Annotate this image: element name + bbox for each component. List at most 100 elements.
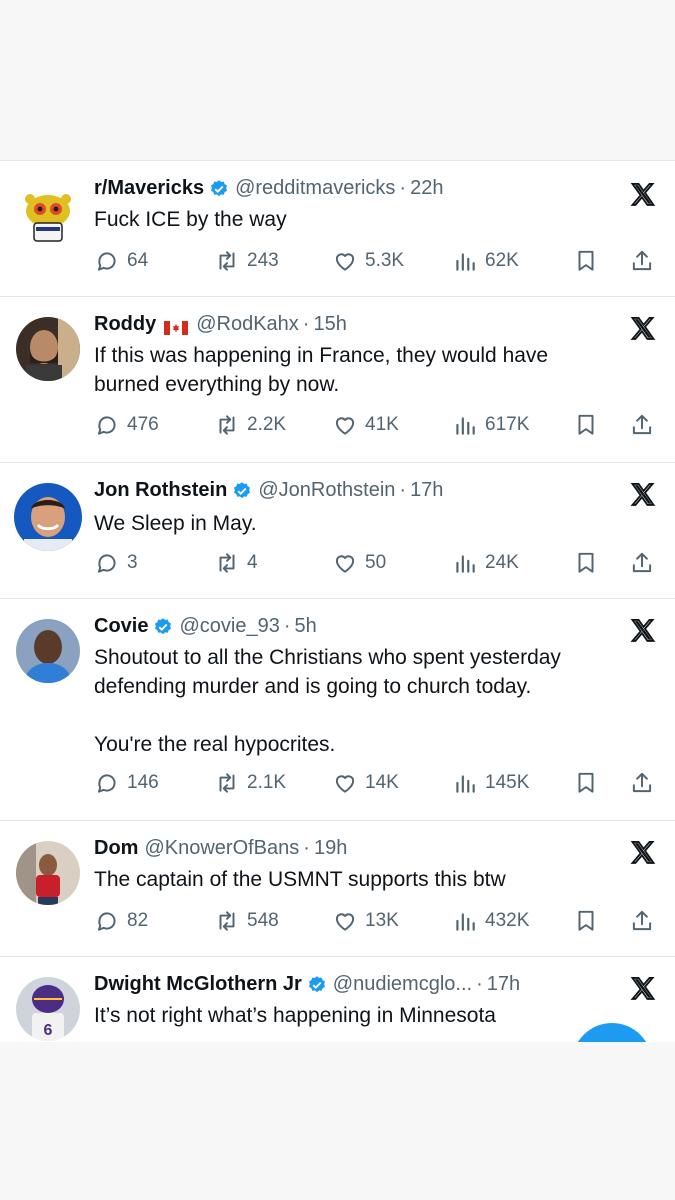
tweet[interactable]: Covie @covie_93 · 5h Shoutout to all the… — [0, 599, 675, 821]
user-handle[interactable]: @redditmavericks — [235, 177, 395, 200]
repost-icon — [219, 911, 235, 931]
display-name[interactable]: Roddy — [94, 313, 156, 336]
reply-count: 82 — [127, 910, 149, 931]
timestamp[interactable]: 15h — [313, 313, 346, 336]
views-icon — [456, 775, 475, 793]
share-button[interactable] — [628, 409, 656, 441]
like-button[interactable]: 14K — [332, 767, 399, 799]
avatar[interactable] — [16, 841, 80, 905]
share-icon — [632, 910, 652, 931]
tweet-actions: 476 2.2K 41K 617K — [94, 409, 664, 441]
avatar[interactable] — [16, 317, 80, 381]
repost-icon — [219, 251, 235, 271]
like-count: 5.3K — [365, 250, 405, 271]
bookmark-button[interactable] — [572, 905, 600, 937]
x-logo-icon — [629, 617, 657, 645]
separator-dot: · — [302, 313, 310, 335]
avatar[interactable]: 6 — [16, 977, 80, 1041]
timestamp[interactable]: 17h — [487, 973, 520, 996]
bookmark-button[interactable] — [572, 409, 600, 441]
repost-button[interactable]: 2.1K — [214, 767, 286, 799]
user-handle[interactable]: @KnowerOfBans — [144, 837, 299, 860]
like-button[interactable]: 41K — [332, 409, 399, 441]
tweet-header: Dwight McGlothern Jr @nudiemcglo... · 17… — [94, 973, 605, 996]
reply-count: 146 — [127, 772, 159, 793]
views-button[interactable]: 24K — [452, 547, 519, 579]
x-logo-icon — [629, 975, 657, 1003]
svg-text:6: 6 — [44, 1022, 53, 1039]
repost-count: 4 — [247, 552, 258, 573]
reply-icon — [97, 554, 116, 573]
tweet[interactable]: Dom @KnowerOfBans · 19h The captain of t… — [0, 821, 675, 957]
timestamp[interactable]: 17h — [410, 479, 443, 502]
views-button[interactable]: 617K — [452, 409, 529, 441]
user-handle[interactable]: @covie_93 — [179, 615, 279, 638]
user-handle[interactable]: @JonRothstein — [258, 479, 395, 502]
share-button[interactable] — [628, 767, 656, 799]
avatar[interactable] — [16, 619, 80, 683]
share-button[interactable] — [628, 245, 656, 277]
views-button[interactable]: 432K — [452, 905, 529, 937]
display-name[interactable]: Jon Rothstein — [94, 479, 227, 502]
reply-button[interactable]: 146 — [94, 767, 159, 799]
tweet-text: We Sleep in May. — [94, 512, 257, 535]
bookmark-button[interactable] — [572, 245, 600, 277]
share-icon — [632, 414, 652, 435]
display-name[interactable]: r/Mavericks — [94, 177, 204, 200]
view-count: 617K — [485, 414, 530, 435]
repost-count: 548 — [247, 910, 279, 931]
repost-button[interactable]: 2.2K — [214, 409, 286, 441]
reply-count: 476 — [127, 414, 159, 435]
view-count: 145K — [485, 772, 530, 793]
bookmark-button[interactable] — [572, 767, 600, 799]
repost-count: 2.2K — [247, 414, 287, 435]
avatar[interactable] — [16, 181, 80, 245]
repost-icon — [219, 415, 235, 435]
like-icon — [335, 555, 355, 573]
like-icon — [335, 417, 355, 435]
bookmark-icon — [578, 552, 594, 573]
reply-icon — [97, 774, 116, 793]
repost-icon — [219, 553, 235, 573]
reply-button[interactable]: 82 — [94, 905, 148, 937]
x-logo-icon — [629, 481, 657, 509]
display-name[interactable]: Dom — [94, 837, 138, 860]
tweet-actions: 64 243 5.3K 62K — [94, 245, 664, 277]
bookmark-button[interactable] — [572, 547, 600, 579]
share-button[interactable] — [628, 547, 656, 579]
verified-badge-icon — [209, 179, 229, 199]
user-handle[interactable]: @nudiemcglo... — [333, 973, 472, 996]
display-name[interactable]: Covie — [94, 615, 148, 638]
separator-dot: · — [476, 973, 483, 995]
share-button[interactable] — [628, 905, 656, 937]
timestamp[interactable]: 19h — [314, 837, 347, 860]
views-button[interactable]: 145K — [452, 767, 529, 799]
tweet[interactable]: Jon Rothstein @JonRothstein · 17h We Sle… — [0, 463, 675, 599]
like-button[interactable]: 13K — [332, 905, 399, 937]
like-button[interactable]: 50 — [332, 547, 386, 579]
display-name[interactable]: Dwight McGlothern Jr — [94, 973, 302, 996]
like-count: 14K — [365, 772, 399, 793]
repost-button[interactable]: 243 — [214, 245, 279, 277]
tweet[interactable]: Roddy @RodKahx · 15h If this was happeni… — [0, 297, 675, 463]
avatar[interactable] — [14, 483, 82, 551]
like-icon — [335, 253, 355, 271]
tweet-text: It’s not right what’s happening in Minne… — [94, 1004, 496, 1027]
views-button[interactable]: 62K — [452, 245, 519, 277]
tweet[interactable]: 6 Dwight McGlothern Jr @nudiemcglo... · … — [0, 957, 675, 1042]
views-icon — [456, 417, 475, 435]
timestamp[interactable]: 5h — [295, 615, 317, 638]
reply-button[interactable]: 64 — [94, 245, 148, 277]
repost-button[interactable]: 4 — [214, 547, 258, 579]
view-count: 432K — [485, 910, 530, 931]
user-handle[interactable]: @RodKahx — [196, 313, 299, 336]
repost-button[interactable]: 548 — [214, 905, 279, 937]
tweet[interactable]: r/Mavericks @redditmavericks · 22h Fuck … — [0, 161, 675, 297]
like-button[interactable]: 5.3K — [332, 245, 404, 277]
timestamp[interactable]: 22h — [410, 177, 443, 200]
reply-button[interactable]: 476 — [94, 409, 159, 441]
bookmark-icon — [578, 772, 594, 793]
like-count: 41K — [365, 414, 399, 435]
reply-icon — [97, 912, 116, 931]
reply-button[interactable]: 3 — [94, 547, 138, 579]
